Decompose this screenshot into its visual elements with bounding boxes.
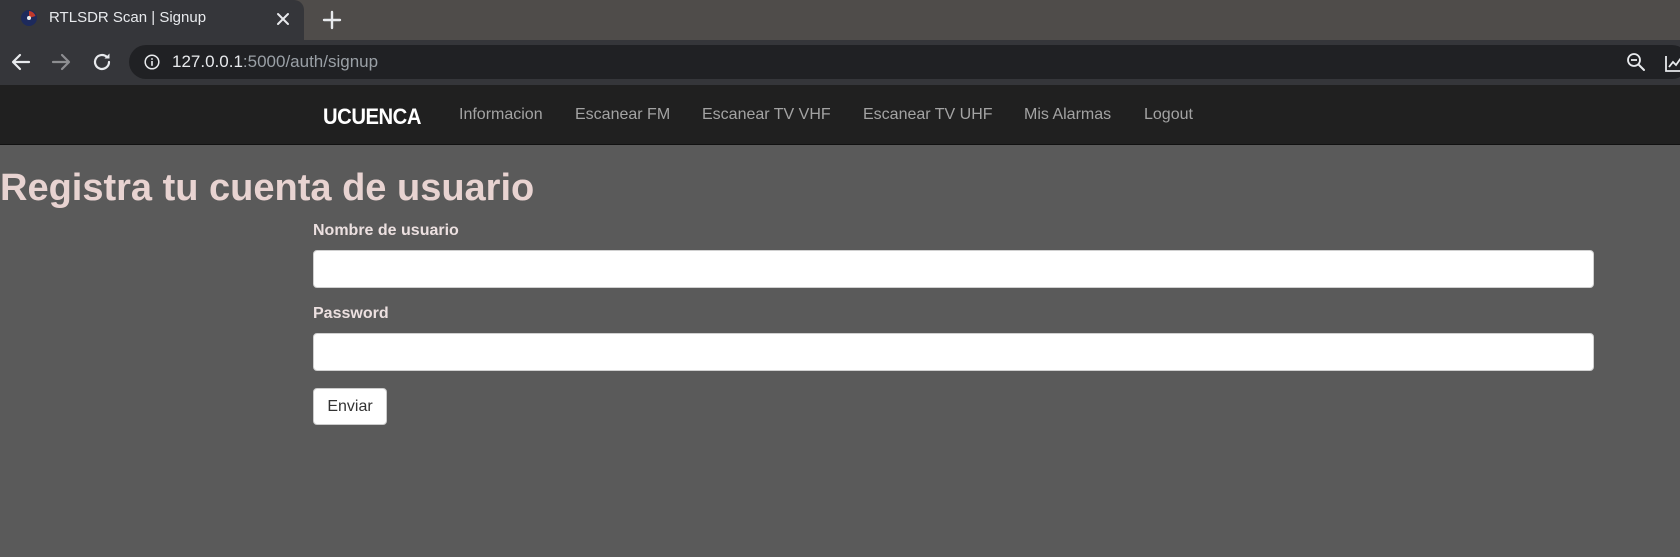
tab-title: RTLSDR Scan | Signup [49,9,207,26]
info-icon[interactable] [144,54,160,70]
nav-link-logout[interactable]: Logout [1144,85,1193,144]
back-arrow-icon[interactable] [10,51,32,73]
nav-link-escanear-tv-uhf[interactable]: Escanear TV UHF [863,85,993,144]
chart-icon[interactable] [1664,53,1680,73]
brand-logo[interactable]: UCUENCA [323,104,421,130]
password-field[interactable] [313,333,1594,371]
address-bar[interactable]: 127.0.0.1:5000/auth/signup [129,45,1680,79]
nav-link-escanear-fm[interactable]: Escanear FM [575,85,670,144]
username-field[interactable] [313,250,1594,288]
url-text: 127.0.0.1:5000/auth/signup [172,45,378,79]
reload-icon[interactable] [91,51,113,73]
submit-button[interactable]: Enviar [313,388,387,425]
browser-tab[interactable]: RTLSDR Scan | Signup [0,0,304,40]
page-title: Registra tu cuenta de usuario [0,167,535,209]
page-content: UCUENCA Informacion Escanear FM Escanear… [0,85,1680,557]
nav-link-mis-alarmas[interactable]: Mis Alarmas [1024,85,1111,144]
password-label: Password [313,305,389,322]
zoom-out-icon[interactable] [1626,52,1646,72]
nav-link-informacion[interactable]: Informacion [459,85,543,144]
close-icon[interactable] [273,9,293,29]
site-navbar: UCUENCA Informacion Escanear FM Escanear… [0,85,1680,145]
tab-strip: RTLSDR Scan | Signup [0,0,1680,40]
url-host: 127.0.0.1 [172,52,243,71]
username-label: Nombre de usuario [313,222,459,239]
plus-icon[interactable] [320,8,344,32]
browser-toolbar: 127.0.0.1:5000/auth/signup [0,40,1680,85]
nav-link-escanear-tv-vhf[interactable]: Escanear TV VHF [702,85,831,144]
url-path: :5000/auth/signup [242,52,379,71]
forward-arrow-icon[interactable] [50,51,72,73]
radar-icon [20,9,38,27]
